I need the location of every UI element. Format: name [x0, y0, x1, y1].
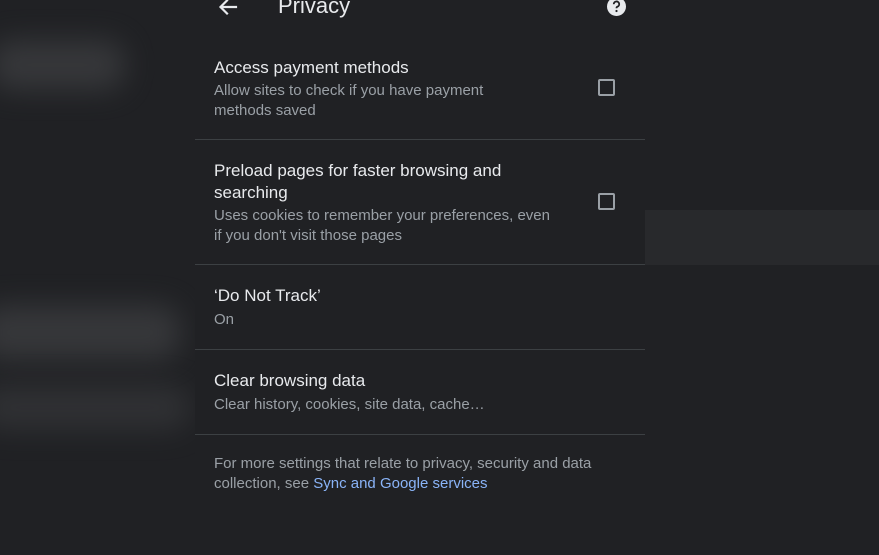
app-bar: Privacy: [195, 0, 645, 26]
setting-do-not-track[interactable]: ‘Do Not Track’ On: [195, 265, 645, 350]
help-circle-icon[interactable]: [607, 0, 626, 16]
blurred-background-item: [0, 385, 190, 430]
blurred-background-item: [0, 40, 125, 90]
setting-title: Clear browsing data: [214, 371, 366, 390]
setting-title: Access payment methods: [214, 58, 409, 77]
setting-access-payment-methods[interactable]: Access payment methods Allow sites to ch…: [195, 40, 645, 140]
blurred-background-item: [0, 305, 180, 360]
arrow-left-icon[interactable]: [217, 0, 239, 18]
privacy-settings-page: Privacy Access payment methods Allow sit…: [195, 0, 645, 555]
setting-preload-pages[interactable]: Preload pages for faster browsing and se…: [195, 140, 645, 265]
setting-title: Preload pages for faster browsing and se…: [214, 161, 502, 202]
page-title: Privacy: [278, 0, 351, 18]
setting-subtitle: Uses cookies to remember your preference…: [214, 207, 550, 244]
preload-pages-checkbox[interactable]: [598, 193, 615, 210]
privacy-footer-note: For more settings that relate to privacy…: [214, 454, 634, 493]
setting-subtitle: On: [214, 311, 235, 328]
setting-subtitle: Allow sites to check if you have payment…: [214, 82, 484, 119]
access-payment-methods-checkbox[interactable]: [598, 79, 615, 96]
blurred-background-item: [645, 210, 879, 265]
sync-and-google-services-link[interactable]: Sync and Google services: [313, 475, 487, 492]
screen: Privacy Access payment methods Allow sit…: [0, 0, 879, 555]
setting-title: ‘Do Not Track’: [214, 286, 321, 305]
setting-clear-browsing-data[interactable]: Clear browsing data Clear history, cooki…: [195, 350, 645, 435]
setting-subtitle: Clear history, cookies, site data, cache…: [214, 396, 485, 413]
